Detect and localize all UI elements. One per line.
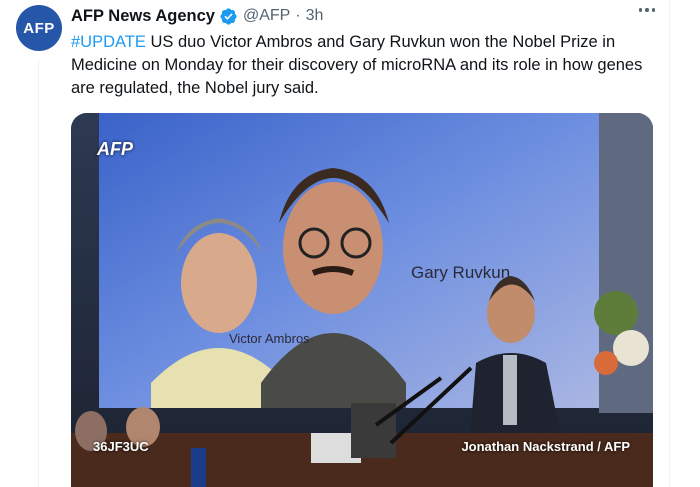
screen-label-left: Victor Ambros bbox=[229, 331, 310, 346]
right-divider bbox=[669, 0, 670, 487]
separator-dot: · bbox=[295, 7, 301, 24]
afp-logo: AFP bbox=[97, 139, 133, 159]
press-conference-photo: Victor Ambros Gary Ruvkun bbox=[71, 113, 653, 487]
left-divider bbox=[38, 60, 39, 487]
tweet-body: US duo Victor Ambros and Gary Ruvkun won… bbox=[71, 33, 643, 97]
tweet-text: #UPDATE US duo Victor Ambros and Gary Ru… bbox=[71, 31, 656, 100]
author-handle[interactable]: @AFP bbox=[243, 7, 290, 25]
tweet-photo[interactable]: Victor Ambros Gary Ruvkun AFP 36JF3UC Jo… bbox=[71, 113, 653, 487]
more-options-icon[interactable] bbox=[638, 8, 655, 12]
image-id-label: 36JF3UC bbox=[93, 439, 149, 454]
tweet-header: AFP News Agency @AFP · 3h bbox=[71, 5, 323, 27]
avatar-text: AFP bbox=[23, 19, 55, 37]
avatar[interactable]: AFP bbox=[16, 5, 62, 51]
hashtag-link[interactable]: #UPDATE bbox=[71, 33, 146, 51]
photo-credit: Jonathan Nackstrand / AFP bbox=[461, 439, 630, 454]
verified-badge-icon bbox=[220, 7, 237, 25]
screen-label-right: Gary Ruvkun bbox=[411, 263, 510, 282]
timestamp[interactable]: 3h bbox=[306, 7, 324, 25]
author-name[interactable]: AFP News Agency bbox=[71, 7, 215, 26]
